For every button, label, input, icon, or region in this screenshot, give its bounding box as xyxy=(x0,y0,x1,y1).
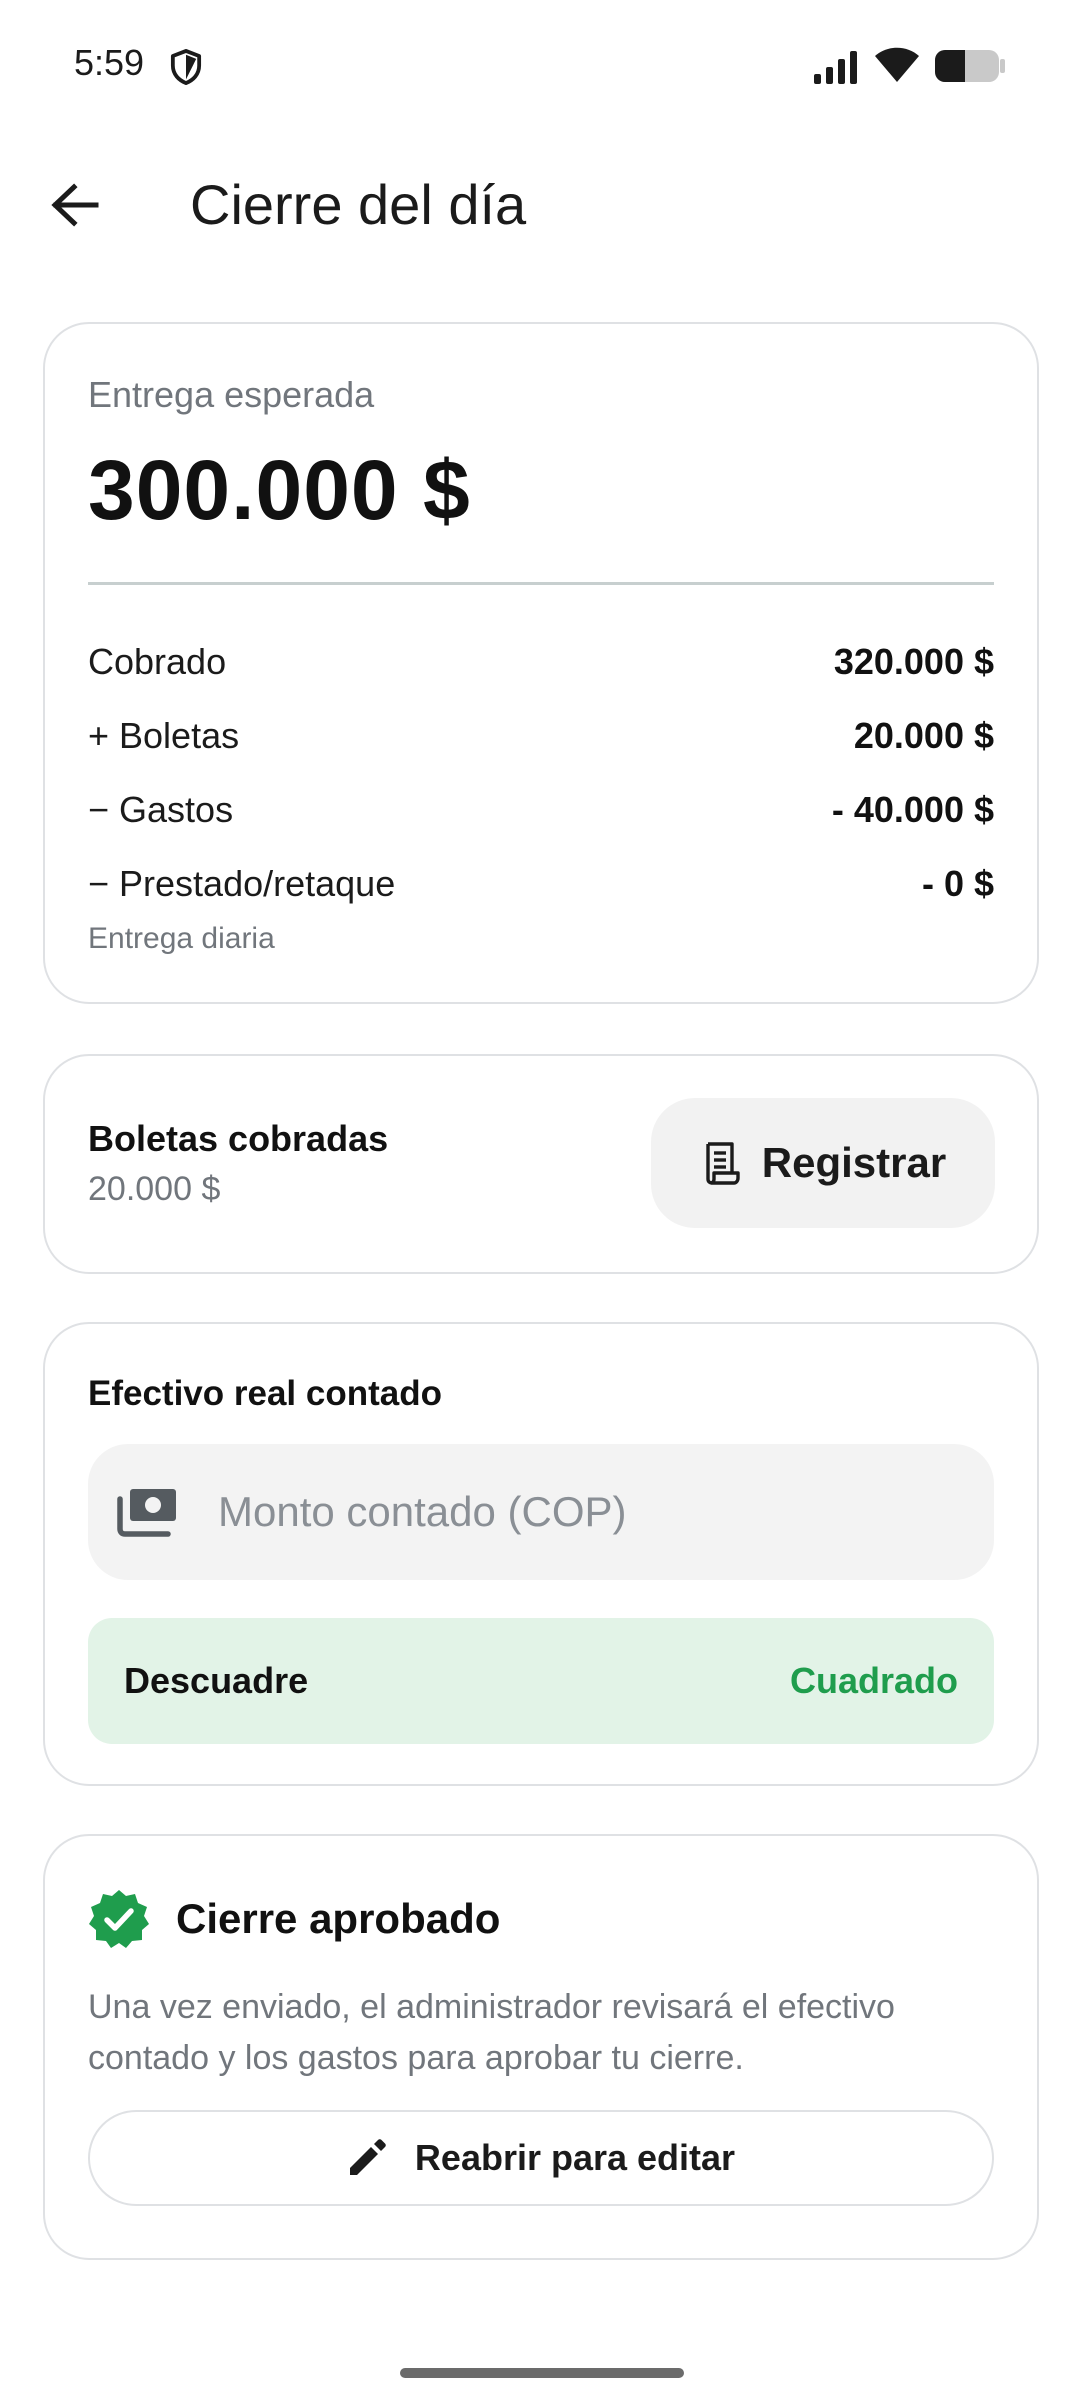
cash-count-title: Efectivo real contado xyxy=(88,1374,442,1413)
back-button[interactable] xyxy=(40,170,110,240)
row-value: - 0 $ xyxy=(921,863,994,904)
expected-amount: 300.000 $ xyxy=(88,443,471,537)
summary-row-boletas: + Boletas 20.000 $ xyxy=(88,711,994,761)
summary-row-cobrado: Cobrado 320.000 $ xyxy=(88,637,994,687)
boletas-title: Boletas cobradas xyxy=(88,1118,389,1159)
status-bar: 5:59 xyxy=(0,0,1080,130)
row-label: Cobrado xyxy=(88,641,227,682)
signal-icon xyxy=(814,51,857,84)
row-value: - 40.000 $ xyxy=(831,789,994,830)
daily-delivery-note: Entrega diaria xyxy=(88,922,275,955)
shield-icon xyxy=(170,49,202,85)
summary-row-prestado: − Prestado/retaque - 0 $ xyxy=(88,859,994,909)
cash-amount-input[interactable] xyxy=(218,1444,994,1580)
summary-card: Entrega esperada 300.000 $ Cobrado 320.0… xyxy=(43,322,1039,1004)
verified-badge-icon xyxy=(89,1890,149,1948)
row-label: + Boletas xyxy=(88,715,240,756)
app-bar: Cierre del día xyxy=(0,150,1080,260)
wifi-icon xyxy=(875,47,919,82)
receipt-icon xyxy=(706,1142,740,1185)
arrow-left-icon xyxy=(51,183,99,227)
approval-description: Una vez enviado, el administrador revisa… xyxy=(88,1988,895,2077)
battery-icon xyxy=(935,50,1005,82)
mismatch-label: Descuadre xyxy=(124,1660,309,1701)
register-button-label: Registrar xyxy=(761,1139,947,1186)
reopen-edit-button[interactable]: Reabrir para editar xyxy=(88,2110,994,2206)
divider xyxy=(88,582,994,585)
register-button[interactable]: Registrar xyxy=(651,1098,995,1228)
approval-title: Cierre aprobado xyxy=(176,1895,501,1942)
cash-icon xyxy=(117,1489,176,1537)
mismatch-status: Cuadrado xyxy=(789,1660,958,1701)
row-label: − Prestado/retaque xyxy=(88,863,396,904)
summary-row-gastos: − Gastos - 40.000 $ xyxy=(88,785,994,835)
reopen-edit-label: Reabrir para editar xyxy=(414,2137,736,2178)
row-value: 320.000 $ xyxy=(833,641,994,682)
approval-card: Cierre aprobado Una vez enviado, el admi… xyxy=(43,1834,1039,2260)
row-value: 20.000 $ xyxy=(853,715,994,756)
expected-label: Entrega esperada xyxy=(88,374,375,415)
approval-header: Cierre aprobado xyxy=(88,1888,500,1950)
row-label: − Gastos xyxy=(88,789,234,830)
boletas-card: Boletas cobradas 20.000 $ Registrar xyxy=(43,1054,1039,1274)
page-title: Cierre del día xyxy=(190,173,527,236)
cash-count-card: Efectivo real contado Descuadre Cuadrado xyxy=(43,1322,1039,1786)
status-time: 5:59 xyxy=(74,42,145,83)
boletas-amount: 20.000 $ xyxy=(88,1170,221,1208)
home-indicator[interactable] xyxy=(400,2368,684,2378)
cash-amount-field[interactable] xyxy=(88,1444,994,1580)
mismatch-status-box: Descuadre Cuadrado xyxy=(88,1618,994,1744)
pencil-icon xyxy=(349,2139,386,2175)
